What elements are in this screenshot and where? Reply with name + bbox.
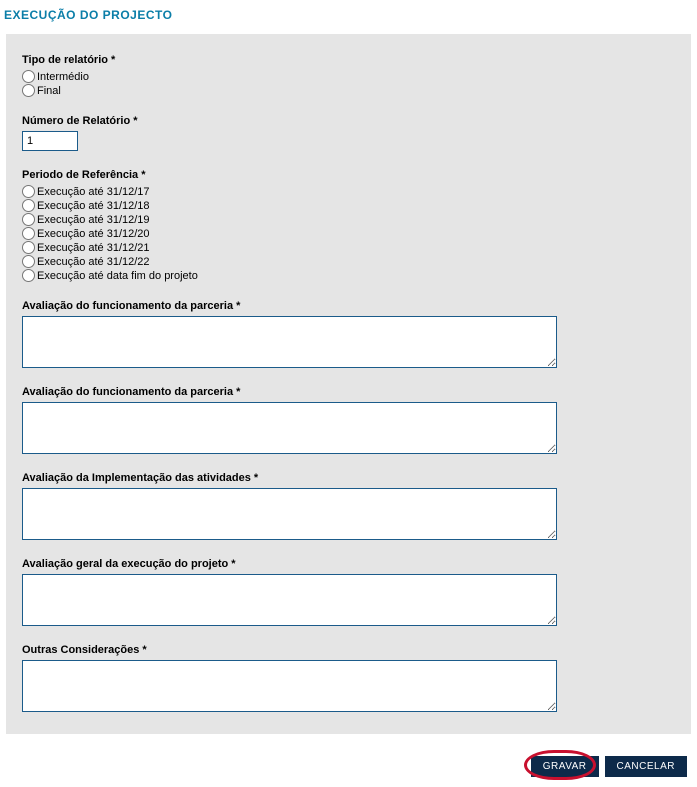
radio-label: Execução até 31/12/18 — [37, 200, 150, 212]
radio-row-period[interactable]: Execução até 31/12/19 — [22, 213, 675, 226]
radio-row-period[interactable]: Execução até 31/12/22 — [22, 255, 675, 268]
label-outras: Outras Considerações * — [22, 644, 675, 656]
field-outras: Outras Considerações * — [22, 644, 675, 712]
radio-label: Execução até 31/12/20 — [37, 228, 150, 240]
field-report-number: Número de Relatório * — [22, 115, 675, 151]
radio-label: Execução até data fim do projeto — [37, 270, 198, 282]
radio-period-2021[interactable] — [22, 241, 35, 254]
radio-period-2019[interactable] — [22, 213, 35, 226]
radio-label: Execução até 31/12/22 — [37, 256, 150, 268]
radio-row-period[interactable]: Execução até 31/12/21 — [22, 241, 675, 254]
radio-intermedio[interactable] — [22, 70, 35, 83]
input-report-number[interactable] — [22, 131, 78, 151]
label-aval-geral: Avaliação geral da execução do projeto * — [22, 558, 675, 570]
label-report-type: Tipo de relatório * — [22, 54, 675, 66]
radio-period-end[interactable] — [22, 269, 35, 282]
radio-final[interactable] — [22, 84, 35, 97]
form-container: Tipo de relatório * Intermédio Final Núm… — [6, 34, 691, 734]
radio-row-period[interactable]: Execução até 31/12/18 — [22, 199, 675, 212]
textarea-outras[interactable] — [22, 660, 557, 712]
label-aval-parceria2: Avaliação do funcionamento da parceria * — [22, 386, 675, 398]
textarea-aval-parceria1[interactable] — [22, 316, 557, 368]
radio-label: Execução até 31/12/17 — [37, 186, 150, 198]
radio-label: Intermédio — [37, 71, 89, 83]
field-ref-period: Periodo de Referência * Execução até 31/… — [22, 169, 675, 282]
radio-period-2022[interactable] — [22, 255, 35, 268]
field-aval-geral: Avaliação geral da execução do projeto * — [22, 558, 675, 626]
page-title: EXECUÇÃO DO PROJECTO — [0, 0, 697, 34]
label-aval-parceria1: Avaliação do funcionamento da parceria * — [22, 300, 675, 312]
field-report-type: Tipo de relatório * Intermédio Final — [22, 54, 675, 97]
radio-label: Execução até 31/12/19 — [37, 214, 150, 226]
radio-row-period[interactable]: Execução até data fim do projeto — [22, 269, 675, 282]
textarea-aval-geral[interactable] — [22, 574, 557, 626]
radio-period-2020[interactable] — [22, 227, 35, 240]
radio-label: Final — [37, 85, 61, 97]
radio-row-period[interactable]: Execução até 31/12/17 — [22, 185, 675, 198]
radio-row-period[interactable]: Execução até 31/12/20 — [22, 227, 675, 240]
field-aval-parceria1: Avaliação do funcionamento da parceria * — [22, 300, 675, 368]
radio-period-2017[interactable] — [22, 185, 35, 198]
radio-period-2018[interactable] — [22, 199, 35, 212]
field-aval-impl: Avaliação da Implementação das atividade… — [22, 472, 675, 540]
radio-label: Execução até 31/12/21 — [37, 242, 150, 254]
field-aval-parceria2: Avaliação do funcionamento da parceria * — [22, 386, 675, 454]
radio-row-final[interactable]: Final — [22, 84, 675, 97]
textarea-aval-parceria2[interactable] — [22, 402, 557, 454]
label-aval-impl: Avaliação da Implementação das atividade… — [22, 472, 675, 484]
footer-actions: GRAVAR CANCELAR — [0, 734, 697, 787]
label-report-number: Número de Relatório * — [22, 115, 675, 127]
textarea-aval-impl[interactable] — [22, 488, 557, 540]
label-ref-period: Periodo de Referência * — [22, 169, 675, 181]
radio-row-intermedio[interactable]: Intermédio — [22, 70, 675, 83]
